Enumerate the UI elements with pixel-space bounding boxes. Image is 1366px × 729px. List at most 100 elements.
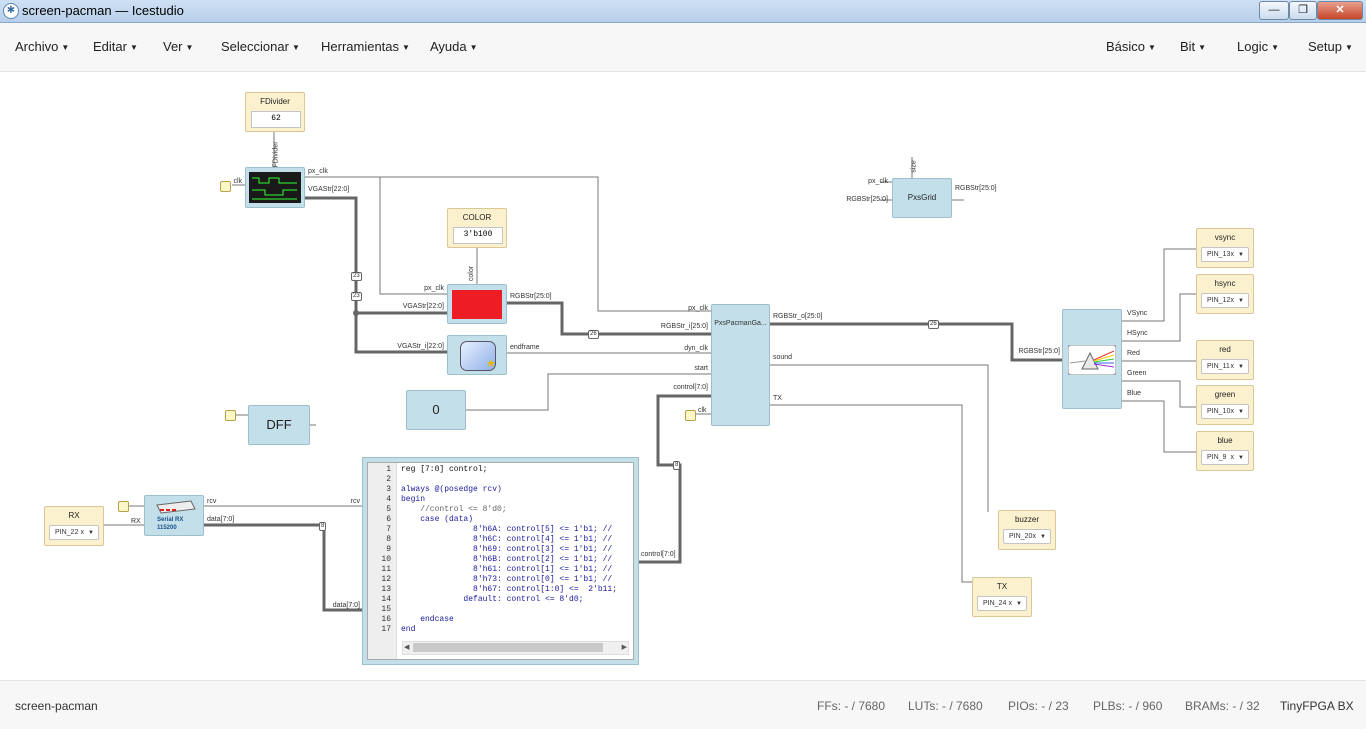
output-pin-buzzer[interactable]: buzzer PIN_20 x ▼ [998,510,1056,550]
port-label: data[7:0] [332,602,360,609]
scrollbar-thumb[interactable] [413,643,603,652]
window-title: screen-pacman — Icestudio [22,3,184,18]
menu-ayuda[interactable]: Ayuda ▼ [430,39,478,54]
output-pin-blue[interactable]: blue PIN_9 x ▼ [1196,431,1254,471]
color-constant[interactable]: COLOR 3'b100 [447,208,507,248]
scroll-left-icon[interactable]: ◀ [404,643,409,651]
menu-herramientas[interactable]: Herramientas ▼ [321,39,410,54]
output-pin-vsync[interactable]: vsync PIN_13 x ▼ [1196,228,1254,268]
menu-setup[interactable]: Setup ▼ [1308,39,1353,54]
menu-seleccionar[interactable]: Seleccionar ▼ [221,39,300,54]
output-pin-green[interactable]: green PIN_10 x ▼ [1196,385,1254,425]
dropdown-arrow-icon: ▼ [1238,364,1244,370]
pin-name: vsync [1214,233,1236,242]
line-number: 11 [381,565,391,574]
constant-value-input[interactable]: 3'b100 [453,227,503,244]
menu-logic[interactable]: Logic ▼ [1237,39,1279,54]
clk-input-port[interactable] [225,410,236,421]
constant-title: COLOR [462,213,492,222]
sprite-block[interactable]: ★ [447,335,507,375]
pin-select[interactable]: PIN_11 x ▼ [1201,359,1249,374]
pin-select[interactable]: PIN_12 x ▼ [1201,293,1249,308]
line-number: 8 [386,535,391,544]
pin-select[interactable]: PIN_22 x ▼ [49,525,99,540]
constant-value-input[interactable]: 62 [251,111,301,128]
horizontal-scrollbar[interactable]: ◀ ▶ [402,641,629,655]
constant-zero-block[interactable]: 0 [406,390,466,430]
pin-name: buzzer [1014,515,1039,524]
input-pin-rx[interactable]: RX PIN_22 x ▼ [44,506,104,546]
menu-archivo[interactable]: Archivo ▼ [15,39,69,54]
pin-select[interactable]: PIN_24 x ▼ [977,596,1027,611]
output-pin-hsync[interactable]: hsync PIN_12 x ▼ [1196,274,1254,314]
bus-width-label: 23 [351,292,362,301]
block-title: PxsPacmanGa... [714,320,767,327]
menu-bit[interactable]: Bit ▼ [1180,39,1206,54]
menu-basico[interactable]: Básico ▼ [1106,39,1156,54]
pacman-game-block[interactable]: PxsPacmanGa... [711,304,770,426]
verilog-code-block[interactable]: 1 2 3 4 5 6 7 8 9 10 11 12 13 14 15 16 1… [362,457,639,665]
code-line: 8'h6A: control[5] <= 1'b1; // [401,525,613,534]
code-line: 8'h73: control[0] <= 1'b1; // [401,575,613,584]
port-label: dyn_clk [684,345,708,352]
port-label: RGBStr_i[25:0] [660,323,708,330]
pin-select[interactable]: PIN_13 x ▼ [1201,247,1249,262]
fdivider-constant[interactable]: FDivider 62 [245,92,305,132]
pin-select[interactable]: PIN_20 x ▼ [1003,529,1051,544]
param-label: FDivider [272,141,280,168]
brams-count: BRAMs: - / 32 [1185,699,1260,713]
code-line: 8'h69: control[3] <= 1'b1; // [401,545,613,554]
clk-input-port[interactable] [685,410,696,421]
color-fill-block[interactable] [447,284,507,324]
menu-editar[interactable]: Editar ▼ [93,39,138,54]
code-line: 8'h6B: control[2] <= 1'b1; // [401,555,613,564]
code-editor[interactable]: 1 2 3 4 5 6 7 8 9 10 11 12 13 14 15 16 1… [367,462,634,660]
menu-ver[interactable]: Ver ▼ [163,39,193,54]
caret-down-icon: ▼ [402,43,410,53]
pxsgrid-block[interactable]: PxsGrid [892,178,952,218]
line-number: 14 [381,595,391,604]
port-label: rcv [350,498,360,505]
vga-output-block[interactable] [1062,309,1122,409]
caret-down-icon: ▼ [469,43,478,53]
pin-name: green [1214,390,1236,399]
bus-width-label: 8 [673,461,681,470]
pios-count: PIOs: - / 23 [1008,699,1069,713]
caret-down-icon: ▼ [129,43,138,53]
scroll-right-icon[interactable]: ▶ [622,643,627,651]
clock-divider-block[interactable] [245,167,305,208]
pin-select[interactable]: PIN_9 x ▼ [1201,450,1249,465]
menu-bar: Archivo ▼ Editar ▼ Ver ▼ Seleccionar ▼ Herra… [0,23,1366,72]
port-label: TX [773,395,782,402]
line-number: 1 [386,465,391,474]
minimize-button[interactable]: — [1259,1,1289,20]
pin-name: red [1219,345,1231,354]
maximize-button[interactable]: ❐ [1289,1,1317,20]
line-number: 12 [381,575,391,584]
output-pin-red[interactable]: red PIN_11 x ▼ [1196,340,1254,380]
code-line: begin [401,495,426,504]
code-line: case (data) [401,515,474,524]
code-line: //control <= 8'd0; [401,505,507,514]
luts-count: LUTs: - / 7680 [908,699,983,713]
output-pin-tx[interactable]: TX PIN_24 x ▼ [972,577,1032,617]
serial-rx-block[interactable]: Serial RX 115200 [144,495,204,536]
port-label: px_clk [688,305,708,312]
port-label: px_clk [308,168,328,175]
pin-select[interactable]: PIN_10 x ▼ [1201,404,1249,419]
close-button[interactable]: ✕ [1317,1,1363,20]
port-label: VSync [1127,310,1148,317]
app-icon: ✱ [3,3,19,19]
line-number: 4 [386,495,391,504]
dropdown-arrow-icon: ▼ [1238,252,1244,258]
line-number: 9 [386,545,391,554]
dff-block[interactable]: DFF [248,405,310,445]
design-canvas[interactable]: 23 23 26 26 8 8 FDivider 62 FDivider clk… [0,72,1366,680]
dropdown-arrow-icon: ▼ [1238,409,1244,415]
board-name[interactable]: TinyFPGA BX [1280,699,1354,713]
project-name: screen-pacman [15,699,98,713]
code-line: always @(posedge rcv) [401,485,502,494]
port-label: RGBStr[25:0] [1018,348,1060,355]
clk-input-port[interactable] [118,501,129,512]
line-number: 2 [386,475,391,484]
